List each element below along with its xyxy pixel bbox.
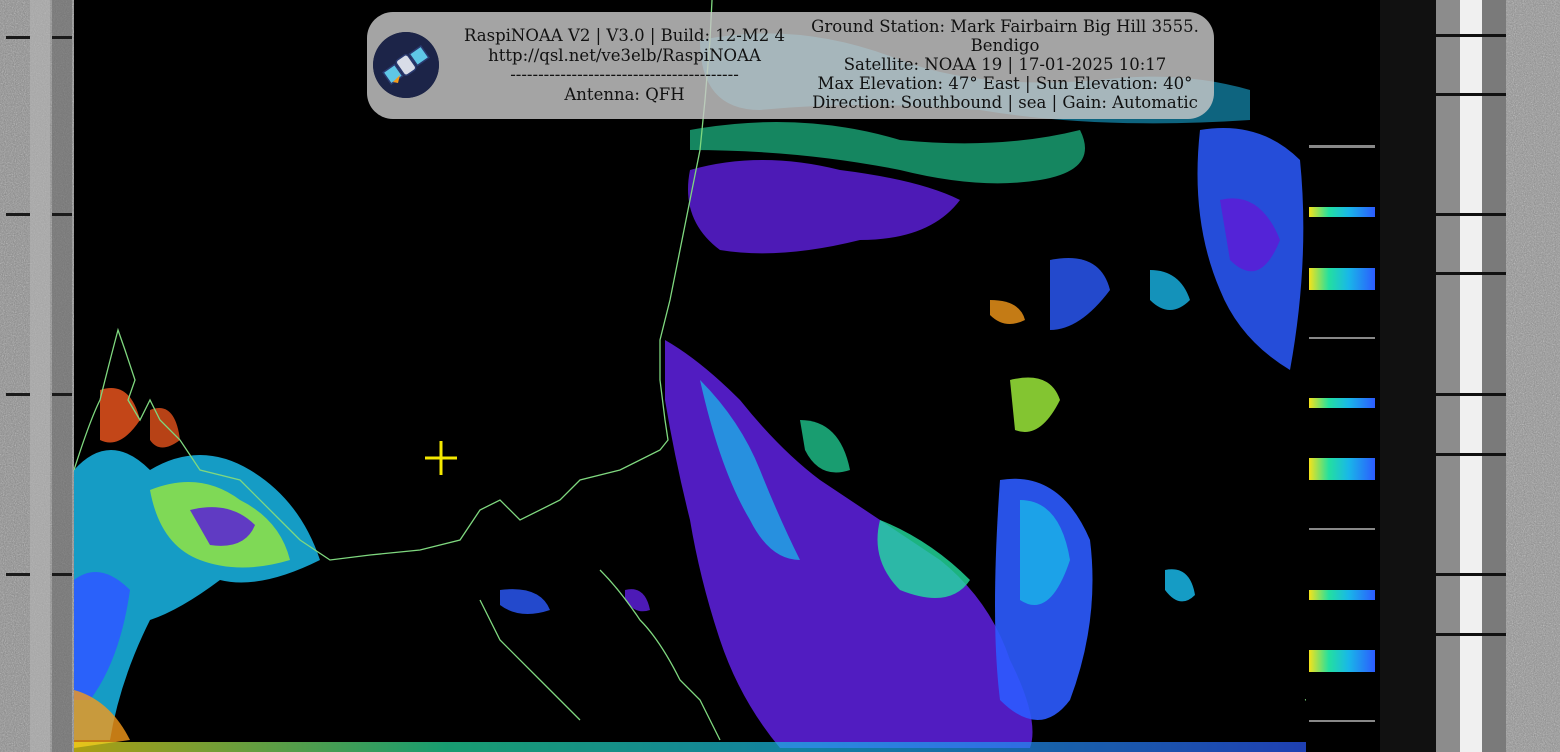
info-panel: RaspiNOAA V2 | V3.0 | Build: 12-M2 4 htt… — [367, 12, 1214, 119]
elevation-info: Max Elevation: 47° East | Sun Elevation:… — [817, 74, 1193, 93]
separator-line: ----------------------------------------… — [510, 65, 739, 84]
crosshair-icon — [425, 441, 457, 475]
pass-info: Ground Station: Mark Fairbairn Big Hill … — [807, 17, 1203, 112]
software-info: RaspiNOAA V2 | V3.0 | Build: 12-M2 4 htt… — [447, 26, 802, 104]
satellite-logo-icon — [373, 32, 439, 98]
left-telemetry-strip — [0, 0, 74, 752]
right-calibration-strip — [1306, 0, 1560, 752]
direction-info: Direction: Southbound | sea | Gain: Auto… — [812, 93, 1198, 112]
project-url: http://qsl.net/ve3elb/RaspiNOAA — [488, 45, 761, 65]
satellite-info: Satellite: NOAA 19 | 17-01-2025 10:17 — [843, 55, 1167, 74]
ground-station: Ground Station: Mark Fairbairn Big Hill … — [811, 17, 1199, 36]
ground-station-location: Bendigo — [970, 36, 1040, 55]
antenna-info: Antenna: QFH — [564, 84, 685, 104]
software-version: RaspiNOAA V2 | V3.0 | Build: 12-M2 4 — [463, 26, 786, 45]
bottom-scanline — [74, 742, 1306, 752]
